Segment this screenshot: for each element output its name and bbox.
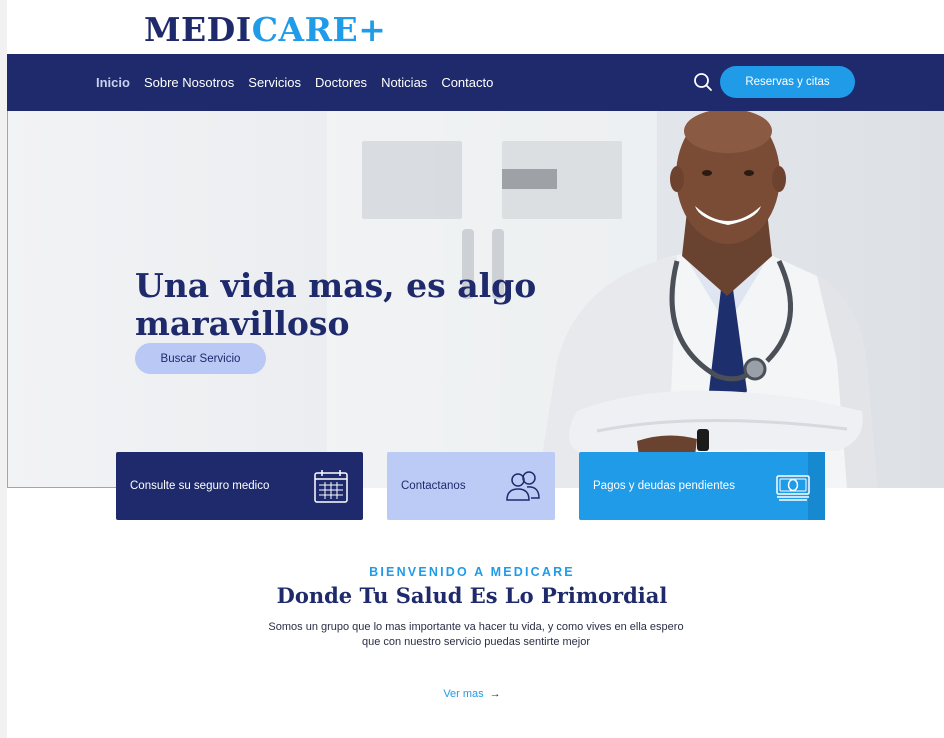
arrow-right-icon[interactable]: → [490,688,501,700]
ver-mas-row: Ver mas → [0,688,944,700]
page-left-edge [0,0,7,738]
welcome-title: Donde Tu Salud Es Lo Primordial [276,583,668,608]
card-label: Consulte su seguro medico [130,480,270,492]
calendar-icon [314,470,348,503]
card-label: Pagos y deudas pendientes [593,480,735,492]
nav-item-servicios[interactable]: Servicios [248,75,301,90]
search-icon[interactable] [693,72,713,92]
buscar-servicio-button[interactable]: Buscar Servicio [135,343,266,374]
nav-links: Inicio Sobre Nosotros Servicios Doctores… [96,54,507,111]
doctor-photo [537,111,877,488]
welcome-eyebrow: BIENVENIDO A MEDICARE [369,565,575,579]
ver-mas-link[interactable]: Ver mas [443,688,483,700]
users-icon [506,471,540,501]
card-label: Contactanos [401,480,466,492]
site-logo[interactable]: MEDICARE+ [144,10,386,50]
nav-item-noticias[interactable]: Noticias [381,75,427,90]
card-seguro-medico[interactable]: Consulte su seguro medico [116,452,363,520]
card-contactanos[interactable]: Contactanos [387,452,555,520]
hero-title: Una vida mas, es algo maravilloso [135,266,537,344]
cash-icon [776,475,810,501]
main-navbar: Inicio Sobre Nosotros Servicios Doctores… [7,54,944,111]
top-header: MEDICARE+ [7,0,944,54]
nav-item-inicio[interactable]: Inicio [96,75,130,90]
nav-item-doctores[interactable]: Doctores [315,75,367,90]
welcome-text: Somos un grupo que lo mas importante va … [268,621,684,648]
hero-bg-cabinet-left [362,141,462,219]
logo-text-care: CARE+ [251,10,387,49]
reservas-citas-button[interactable]: Reservas y citas [720,66,855,98]
nav-item-sobre-nosotros[interactable]: Sobre Nosotros [144,75,234,90]
nav-item-contacto[interactable]: Contacto [441,75,493,90]
logo-text-medi: MEDI [144,10,252,49]
